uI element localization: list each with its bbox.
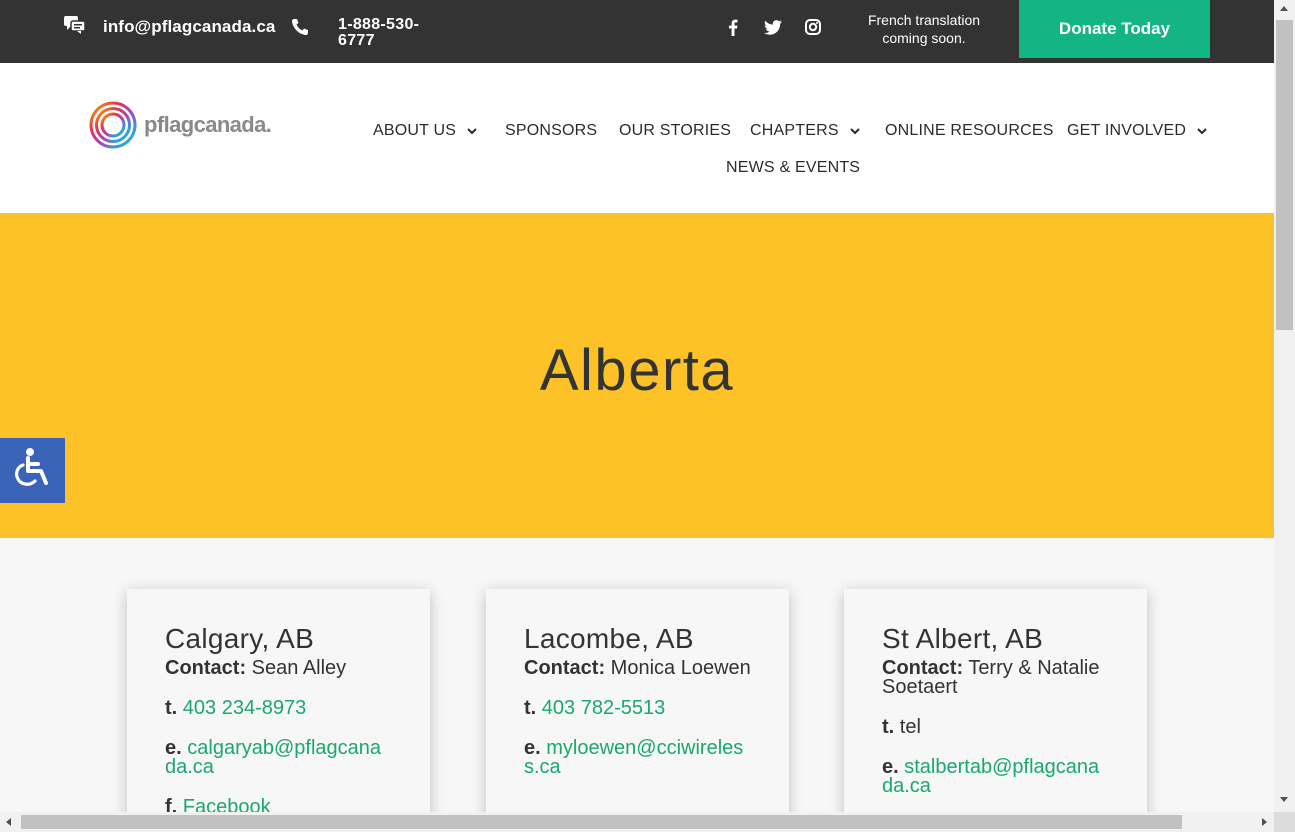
nav-about-us[interactable]: ABOUT US [373,122,478,140]
page-title: Alberta [539,338,735,403]
nav-chapters[interactable]: CHAPTERS [750,122,861,140]
chapter-facebook: f. Facebook [165,796,392,812]
chapter-email: e. stalbertab@pflagcanada.ca [882,756,1100,797]
email-link[interactable]: myloewen@cciwireless.ca [524,737,743,778]
logo[interactable]: pflagcanada. [88,100,272,150]
chapter-city: Lacombe, AB [524,623,694,654]
scrollbar-corner [1274,812,1295,832]
nav-news-events[interactable]: NEWS & EVENTS [726,159,860,177]
horizontal-scrollbar-thumb[interactable] [21,815,1182,829]
facebook-icon[interactable] [723,17,743,37]
vertical-scrollbar-thumb[interactable] [1276,20,1293,330]
phone-icon [290,17,310,42]
email-link[interactable]: stalbertab@pflagcanada.ca [882,756,1099,797]
chapter-contact: Contact: Terry & Natalie Soetaert [882,657,1100,698]
chapter-contact: Contact: Monica Loewen [524,657,751,679]
nav-sponsors[interactable]: SPONSORS [505,122,597,140]
phone-link[interactable]: 403 234-8973 [183,697,306,719]
instagram-icon[interactable] [803,17,823,37]
email-link[interactable]: info@pflagcanada.ca [64,15,275,39]
email-link[interactable]: calgaryab@pflagcanada.ca [165,737,381,778]
chapter-card-lacombe: Lacombe, AB Contact: Monica Loewen t. 40… [486,589,789,812]
french-translation-note: French translation coming soon. [867,12,981,46]
donate-button[interactable]: Donate Today [1019,0,1210,58]
chapter-phone: t. tel [882,716,921,738]
chapter-city: Calgary, AB [165,623,315,654]
phone-link[interactable]: 403 782-5513 [542,697,665,719]
logo-text: pflagcanada. [144,112,272,137]
accessibility-button[interactable] [0,438,65,503]
twitter-icon[interactable] [763,17,783,37]
chapter-card-calgary: Calgary, AB Contact: Sean Alley t. 403 2… [127,589,430,812]
email-text: info@pflagcanada.ca [103,17,276,36]
wheelchair-icon [13,447,53,494]
page: info@pflagcanada.ca 1-888-530-6777 Frenc… [0,0,1274,812]
hero-banner: Alberta [0,213,1274,538]
chapter-card-st-albert: St Albert, AB Contact: Terry & Natalie S… [844,589,1147,812]
nav-get-involved[interactable]: GET INVOLVED [1067,122,1208,140]
nav-our-stories[interactable]: OUR STORIES [619,122,731,140]
chevron-down-icon [466,122,478,140]
scroll-left-arrow-icon[interactable] [6,818,11,826]
chapter-contact: Contact: Sean Alley [165,657,347,679]
chapter-phone: t. 403 234-8973 [165,697,307,719]
site-header: pflagcanada. ABOUT US SPONSORS OUR STORI… [0,63,1274,213]
chevron-down-icon [1196,122,1208,140]
chapter-email: e. myloewen@cciwireless.ca [524,737,744,778]
chevron-down-icon [849,122,861,140]
scroll-down-arrow-icon[interactable] [1280,797,1288,802]
scroll-right-arrow-icon[interactable] [1262,818,1267,826]
nav-online-resources[interactable]: ONLINE RESOURCES [885,122,1054,140]
facebook-link[interactable]: Facebook [183,796,271,812]
chat-icon [64,15,86,39]
phone-link[interactable]: 1-888-530-6777 [338,17,448,49]
chapter-email: e. calgaryab@pflagcanada.ca [165,737,382,778]
chapter-city: St Albert, AB [882,623,1044,654]
top-bar: info@pflagcanada.ca 1-888-530-6777 Frenc… [0,0,1274,63]
chapter-phone: t. 403 782-5513 [524,697,666,719]
logo-rings-icon [89,101,137,149]
scroll-up-arrow-icon[interactable] [1280,6,1288,11]
